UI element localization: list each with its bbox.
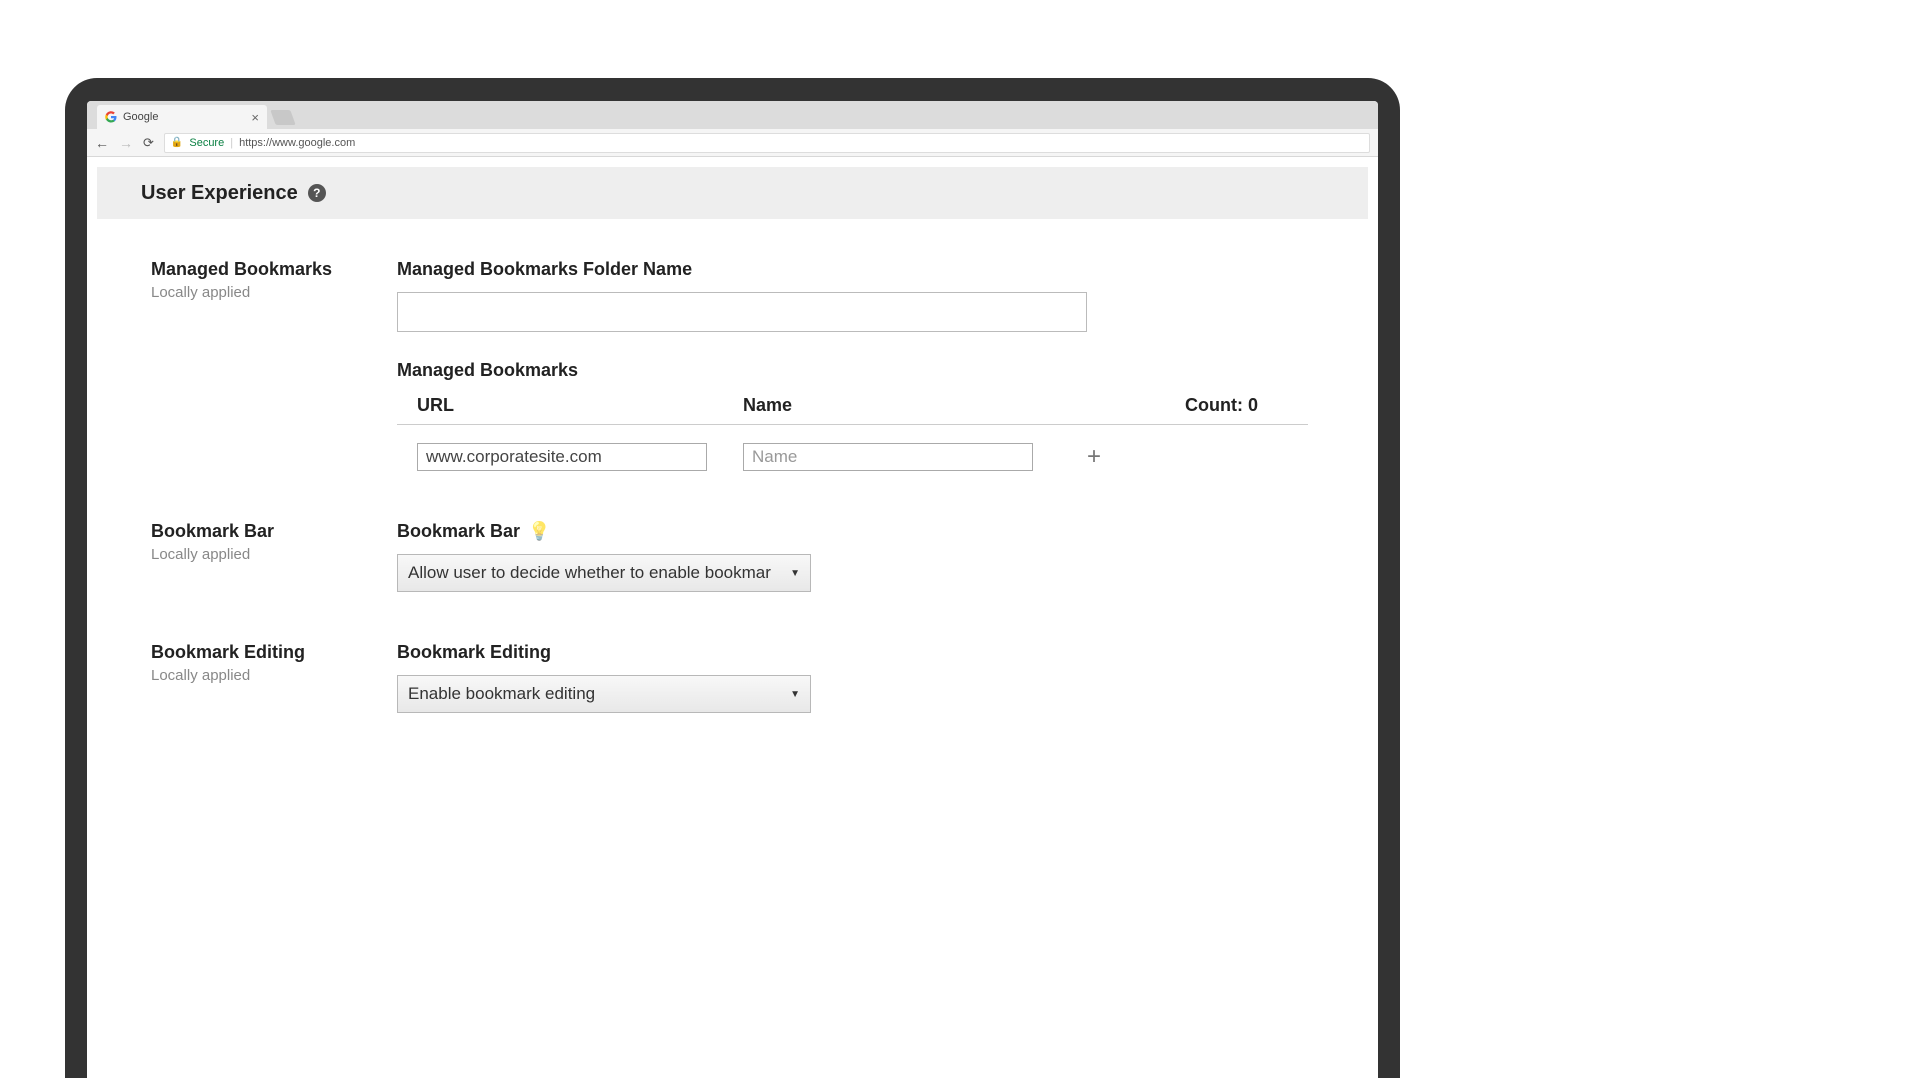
help-icon[interactable]: ?: [308, 184, 326, 202]
address-bar[interactable]: 🔒 Secure | https://www.google.com: [164, 133, 1370, 153]
bookmark-editing-label: Bookmark Editing: [397, 642, 1308, 663]
lightbulb-icon: 💡: [528, 521, 550, 542]
managed-bookmarks-list-label: Managed Bookmarks: [397, 360, 1308, 381]
page-content: User Experience ? Managed Bookmarks Loca…: [87, 157, 1378, 1078]
tab-strip: Google ×: [87, 101, 1378, 129]
forward-button[interactable]: →: [119, 135, 133, 151]
browser-window: Google × ← → ⟳ 🔒 Secure | https://www.go…: [87, 101, 1378, 1078]
new-tab-button[interactable]: [270, 110, 295, 125]
bookmarks-table-header: URL Name Count: 0: [397, 395, 1308, 425]
folder-name-label: Managed Bookmarks Folder Name: [397, 259, 1308, 280]
column-url: URL: [417, 395, 743, 416]
device-frame: Google × ← → ⟳ 🔒 Secure | https://www.go…: [65, 78, 1400, 1078]
tab-title: Google: [123, 111, 158, 123]
bookmark-entry-row: +: [397, 425, 1308, 471]
close-tab-icon[interactable]: ×: [251, 110, 259, 125]
bookmark-count: Count: 0: [1069, 395, 1308, 416]
bookmark-bar-select[interactable]: Allow user to decide whether to enable b…: [397, 554, 811, 592]
bookmark-name-input[interactable]: [743, 443, 1033, 471]
bookmark-editing-select[interactable]: Enable bookmark editing ▼: [397, 675, 811, 713]
chevron-down-icon: ▼: [790, 689, 800, 700]
browser-toolbar: ← → ⟳ 🔒 Secure | https://www.google.com: [87, 129, 1378, 157]
reload-button[interactable]: ⟳: [143, 135, 154, 151]
secure-label: Secure: [189, 137, 224, 149]
browser-tab[interactable]: Google ×: [97, 105, 267, 129]
url-text: https://www.google.com: [239, 137, 355, 149]
add-bookmark-button[interactable]: +: [1079, 443, 1109, 471]
bookmark-editing-title: Bookmark Editing: [151, 642, 397, 663]
bookmark-editing-applied: Locally applied: [151, 667, 397, 684]
bookmark-bar-label: Bookmark Bar 💡: [397, 521, 1308, 542]
back-button[interactable]: ←: [95, 135, 109, 151]
bookmark-editing-select-value: Enable bookmark editing: [408, 684, 790, 704]
bookmark-url-input[interactable]: [417, 443, 707, 471]
chevron-down-icon: ▼: [790, 568, 800, 579]
managed-bookmarks-row: Managed Bookmarks Locally applied Manage…: [97, 259, 1368, 471]
bookmark-bar-applied: Locally applied: [151, 546, 397, 563]
bookmark-bar-row: Bookmark Bar Locally applied Bookmark Ba…: [97, 521, 1368, 592]
bookmark-editing-row: Bookmark Editing Locally applied Bookmar…: [97, 642, 1368, 713]
managed-bookmarks-applied: Locally applied: [151, 284, 397, 301]
settings-body: Managed Bookmarks Locally applied Manage…: [87, 219, 1378, 773]
section-header: User Experience ?: [97, 167, 1368, 219]
folder-name-input[interactable]: [397, 292, 1087, 332]
bookmark-bar-title: Bookmark Bar: [151, 521, 397, 542]
column-name: Name: [743, 395, 1069, 416]
google-favicon-icon: [105, 111, 117, 123]
page-title: User Experience: [141, 182, 298, 205]
managed-bookmarks-title: Managed Bookmarks: [151, 259, 397, 280]
bookmark-bar-select-value: Allow user to decide whether to enable b…: [408, 563, 790, 583]
lock-icon: 🔒: [171, 137, 183, 148]
